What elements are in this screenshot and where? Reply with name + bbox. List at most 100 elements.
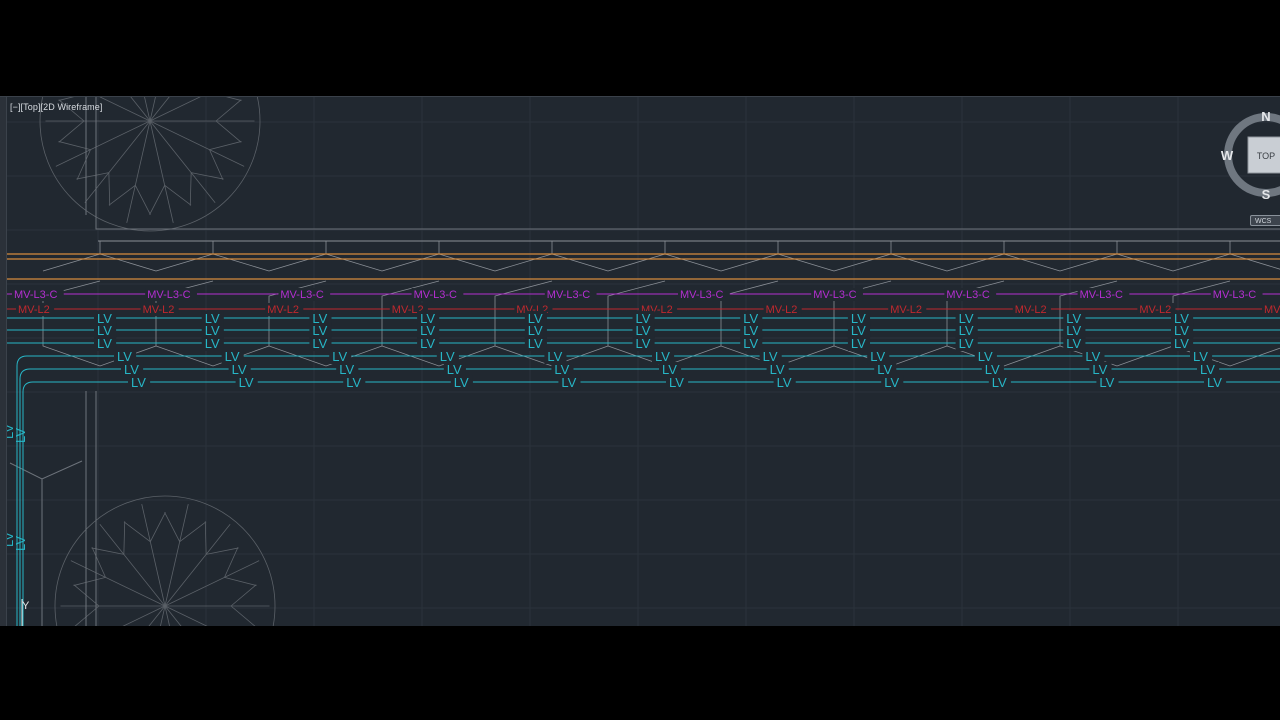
tree-branch <box>164 560 260 607</box>
lv-line <box>19 368 1280 626</box>
lv-label: LV <box>205 336 220 351</box>
model-viewport[interactable]: MV-L3-C MV-L3-C MV-L3-C MV-L3-C MV-L3-C MV-L3… <box>0 96 1280 626</box>
lv-label: LV <box>959 336 974 351</box>
mv-l3c-label: MV-L3-C <box>813 289 856 301</box>
tree-branch <box>144 97 151 122</box>
lv-label: LV <box>454 375 469 390</box>
mv-l3c-label: MV-L3-C <box>147 289 190 301</box>
tree-branch <box>55 120 151 167</box>
lv-line <box>22 381 1280 626</box>
tree-branch <box>224 576 257 586</box>
wcs-menu[interactable]: WCS <box>1250 215 1280 226</box>
truss-zigzag <box>1172 253 1280 272</box>
mv-l2-label: MV-L2 <box>1015 304 1047 316</box>
lv-label: LV <box>1066 336 1081 351</box>
viewcube[interactable]: TOP N S W <box>1218 107 1280 232</box>
lv-label: LV <box>420 336 435 351</box>
tree-branch <box>209 149 224 180</box>
tree-branch <box>160 605 166 626</box>
mv-l2-label: MV-L2 <box>18 304 50 316</box>
tree-symbol-bottom <box>54 495 276 626</box>
tree-branch <box>215 99 242 122</box>
truss-zigzag <box>494 253 609 272</box>
tree-branch <box>149 97 170 122</box>
palette-strip[interactable] <box>0 97 7 626</box>
truss-zigzag <box>607 253 722 272</box>
tree-branch <box>149 120 216 203</box>
truss-zigzag <box>268 253 383 272</box>
mv-l3c-label: MV-L3-C <box>547 289 590 301</box>
mv-l3c-label: MV-L3-C <box>280 289 323 301</box>
tree-branch <box>122 605 166 626</box>
tree-branch <box>215 120 242 143</box>
mv-l3c-label: MV-L3-C <box>680 289 723 301</box>
lv-label: LV <box>97 336 112 351</box>
lv-label-vertical: LV <box>13 428 28 443</box>
truss-zigzag <box>720 253 835 272</box>
lv-label: LV <box>851 336 866 351</box>
lv-label: LV <box>777 375 792 390</box>
mv-l2-label: MV-L2 <box>766 304 798 316</box>
properties-palette-tab[interactable] <box>0 359 6 399</box>
lv-label-vertical: LV <box>13 536 28 551</box>
mv-l2-label: MV-L2 <box>267 304 299 316</box>
tree-branch <box>164 605 170 626</box>
viewport-controls[interactable]: [−][Top][2D Wireframe] <box>10 102 102 112</box>
tree-branch <box>134 185 151 215</box>
tree-branch <box>164 605 208 626</box>
lv-label: LV <box>131 375 146 390</box>
truss-zigzag <box>381 253 496 272</box>
tree-branch <box>123 521 126 555</box>
lv-label: LV <box>1207 375 1222 390</box>
tree-branch <box>148 605 166 626</box>
mv-l2-label: MV-L2 <box>890 304 922 316</box>
lv-label: LV <box>312 336 327 351</box>
tree-canopy <box>39 97 261 232</box>
mv-l3c-label: MV-L3-C <box>14 289 57 301</box>
cable-labels: MV-L3-C MV-L3-C MV-L3-C MV-L3-C MV-L3-C MV-L3… <box>1 288 1280 551</box>
mv-l3c-label: MV-L3-C <box>946 289 989 301</box>
tree-branch <box>99 524 166 607</box>
viewcube-face-label: TOP <box>1257 151 1275 161</box>
tree-branch <box>149 185 166 215</box>
mv-l3c-label: MV-L3-C <box>1213 289 1256 301</box>
tree-branch <box>164 524 231 607</box>
tree-branch <box>84 120 151 203</box>
tree-branch <box>209 141 242 151</box>
lv-label: LV <box>1174 336 1189 351</box>
ucs-icon <box>21 599 23 626</box>
truss-zigzag <box>155 253 270 272</box>
tree-branch <box>91 547 106 578</box>
truss-zigzag <box>946 253 1061 272</box>
tree-branch <box>149 120 245 167</box>
site-boundary-top <box>95 97 1280 230</box>
mv-l2-label: MV-L2 <box>1264 304 1280 316</box>
drawing-canvas[interactable]: MV-L3-C MV-L3-C MV-L3-C MV-L3-C MV-L3-C MV-L3… <box>0 97 1280 626</box>
tree-branch <box>108 172 111 206</box>
mv-l2-label: MV-L2 <box>143 304 175 316</box>
lv-label: LV <box>346 375 361 390</box>
truss-zigzag <box>42 253 157 272</box>
compass-north[interactable]: N <box>1261 109 1270 124</box>
lv-label: LV <box>636 336 651 351</box>
tree-symbol-top <box>39 97 261 232</box>
mv-l3c-label: MV-L3-C <box>414 289 457 301</box>
compass-west[interactable]: W <box>1221 148 1234 163</box>
tree-branch <box>224 547 239 578</box>
lv-label: LV <box>992 375 1007 390</box>
lv-label: LV <box>528 336 543 351</box>
tree-branch <box>70 560 166 607</box>
lv-label: LV <box>1099 375 1114 390</box>
tree-branch <box>149 97 156 122</box>
tree-branch <box>73 576 106 586</box>
mv-l2-label: MV-L2 <box>1139 304 1171 316</box>
mv-l3c-label: MV-L3-C <box>1080 289 1123 301</box>
road-junction <box>9 460 83 480</box>
lv-label: LV <box>884 375 899 390</box>
tree-branch <box>149 512 166 542</box>
truss-zigzag <box>833 253 948 272</box>
tree-branch <box>58 120 85 143</box>
truss-zigzag <box>1059 253 1174 272</box>
compass-south[interactable]: S <box>1262 187 1271 202</box>
tree-branch <box>230 605 256 626</box>
